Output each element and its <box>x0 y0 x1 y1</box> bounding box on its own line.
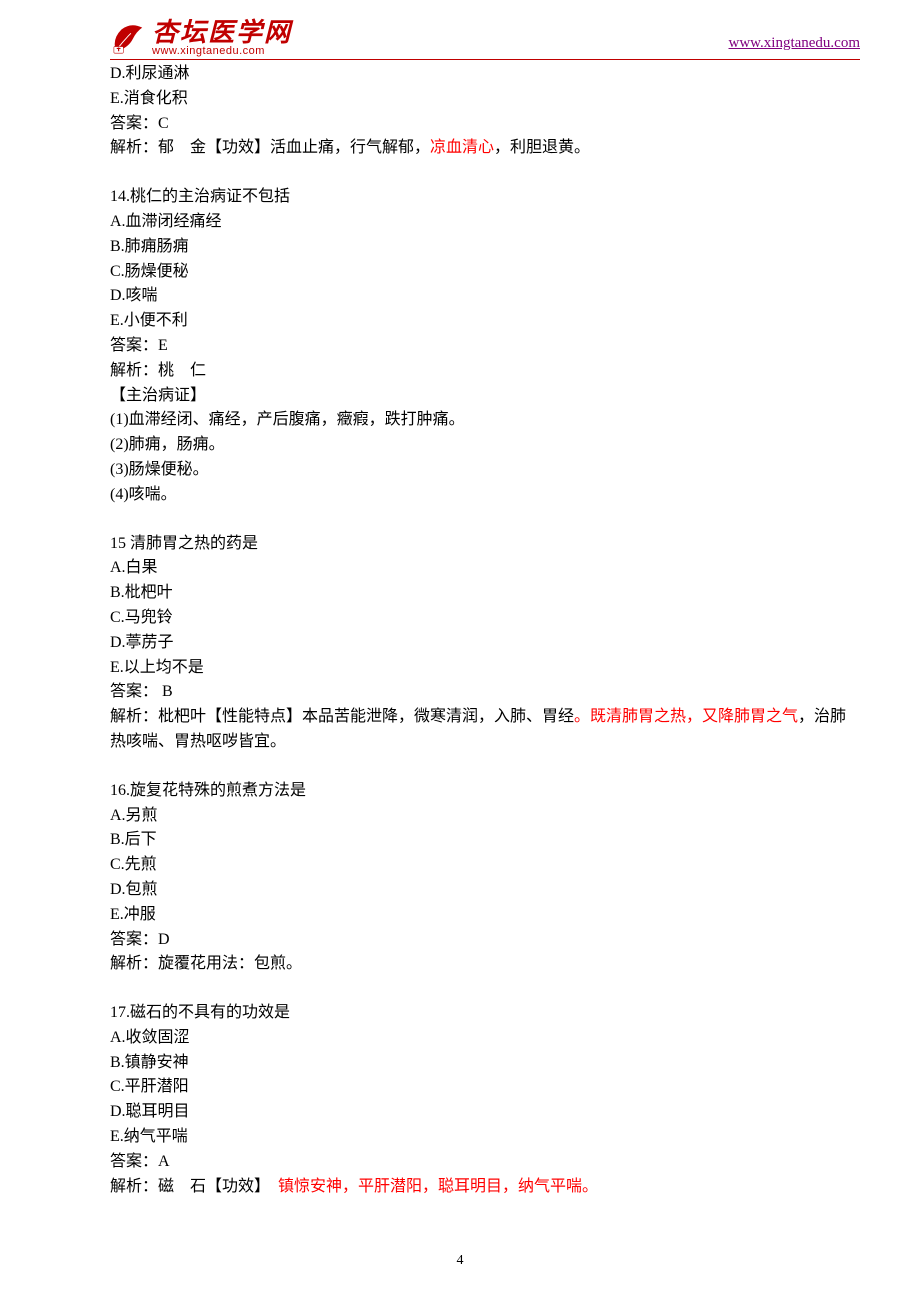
expl-highlight: 。既清肺胃之热，又降肺胃之气 <box>574 708 798 725</box>
option-b: B.肺痈肠痈 <box>110 235 860 260</box>
option-b: B.枇杷叶 <box>110 581 860 606</box>
option-e: E.以上均不是 <box>110 656 860 681</box>
option-d: D.聪耳明目 <box>110 1100 860 1125</box>
explanation: 解析：枇杷叶【性能特点】本品苦能泄降，微寒清润，入肺、胃经。既清肺胃之热，又降肺… <box>110 705 860 755</box>
option-b: B.后下 <box>110 828 860 853</box>
q15: 15 清肺胃之热的药是 A.白果 B.枇杷叶 C.马兜铃 D.葶苈子 E.以上均… <box>110 532 860 755</box>
explanation: (2)肺痈，肠痈。 <box>110 433 860 458</box>
explanation: 解析：郁 金【功效】活血止痛，行气解郁，凉血清心，利胆退黄。 <box>110 136 860 161</box>
question-stem: 15 清肺胃之热的药是 <box>110 532 860 557</box>
q14: 14.桃仁的主治病证不包括 A.血滞闭经痛经 B.肺痈肠痈 C.肠燥便秘 D.咳… <box>110 185 860 507</box>
q13-tail: D.利尿通淋 E.消食化积 答案：C 解析：郁 金【功效】活血止痛，行气解郁，凉… <box>110 62 860 161</box>
expl-highlight: 凉血清心 <box>430 139 494 156</box>
option-e: E.消食化积 <box>110 87 860 112</box>
option-c: C.肠燥便秘 <box>110 260 860 285</box>
option-c: C.平肝潜阳 <box>110 1075 860 1100</box>
explanation: 解析：磁 石【功效】 镇惊安神，平肝潜阳，聪耳明目，纳气平喘。 <box>110 1175 860 1200</box>
option-a: A.血滞闭经痛经 <box>110 210 860 235</box>
explanation: (3)肠燥便秘。 <box>110 458 860 483</box>
q16: 16.旋复花特殊的煎煮方法是 A.另煎 B.后下 C.先煎 D.包煎 E.冲服 … <box>110 779 860 977</box>
q17: 17.磁石的不具有的功效是 A.收敛固涩 B.镇静安神 C.平肝潜阳 D.聪耳明… <box>110 1001 860 1199</box>
answer-line: 答案：C <box>110 112 860 137</box>
explanation: (1)血滞经闭、痛经，产后腹痛，癥瘕，跌打肿痛。 <box>110 408 860 433</box>
option-d: D.包煎 <box>110 878 860 903</box>
logo-title: 杏坛医学网 <box>152 20 292 46</box>
page-number: 4 <box>0 1250 920 1272</box>
option-e: E.冲服 <box>110 903 860 928</box>
option-c: C.马兜铃 <box>110 606 860 631</box>
answer-line: 答案：D <box>110 928 860 953</box>
option-b: B.镇静安神 <box>110 1051 860 1076</box>
header-link[interactable]: www.xingtanedu.com <box>729 32 861 57</box>
logo-url: www.xingtanedu.com <box>152 46 292 57</box>
question-stem: 14.桃仁的主治病证不包括 <box>110 185 860 210</box>
logo-leaf-icon <box>110 22 148 56</box>
question-stem: 17.磁石的不具有的功效是 <box>110 1001 860 1026</box>
page-header: 杏坛医学网 www.xingtanedu.com www.xingtanedu.… <box>110 0 860 60</box>
option-a: A.白果 <box>110 556 860 581</box>
explanation: 解析：旋覆花用法：包煎。 <box>110 952 860 977</box>
expl-text: 解析：枇杷叶【性能特点】本品苦能泄降，微寒清润，入肺、胃经 <box>110 708 574 725</box>
option-d: D.咳喘 <box>110 284 860 309</box>
option-e: E.小便不利 <box>110 309 860 334</box>
option-a: A.另煎 <box>110 804 860 829</box>
explanation: 【主治病证】 <box>110 384 860 409</box>
document-body: D.利尿通淋 E.消食化积 答案：C 解析：郁 金【功效】活血止痛，行气解郁，凉… <box>0 60 920 1199</box>
question-stem: 16.旋复花特殊的煎煮方法是 <box>110 779 860 804</box>
option-d: D.利尿通淋 <box>110 62 860 87</box>
answer-line: 答案： B <box>110 680 860 705</box>
option-d: D.葶苈子 <box>110 631 860 656</box>
expl-text: ，利胆退黄。 <box>494 139 590 156</box>
option-e: E.纳气平喘 <box>110 1125 860 1150</box>
expl-text: 解析：磁 石【功效】 <box>110 1178 278 1195</box>
expl-highlight: 镇惊安神，平肝潜阳，聪耳明目，纳气平喘。 <box>278 1178 598 1195</box>
expl-text: 解析：郁 金【功效】活血止痛，行气解郁， <box>110 139 430 156</box>
explanation: (4)咳喘。 <box>110 483 860 508</box>
answer-line: 答案：A <box>110 1150 860 1175</box>
option-a: A.收敛固涩 <box>110 1026 860 1051</box>
option-c: C.先煎 <box>110 853 860 878</box>
site-logo: 杏坛医学网 www.xingtanedu.com <box>110 20 292 57</box>
explanation: 解析：桃 仁 <box>110 359 860 384</box>
answer-line: 答案：E <box>110 334 860 359</box>
